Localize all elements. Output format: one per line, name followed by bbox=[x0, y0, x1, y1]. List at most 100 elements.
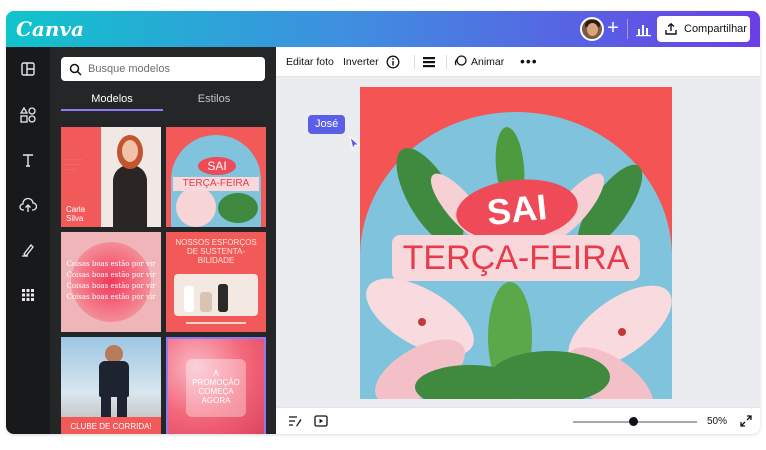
template-card-gradient[interactable]: Coisas boas estão por vir Coisas boas es… bbox=[61, 232, 161, 332]
sidebar-item-upload[interactable] bbox=[16, 193, 40, 217]
canva-logo[interactable]: Canva bbox=[16, 17, 84, 41]
share-icon bbox=[665, 22, 677, 35]
tab-models[interactable]: Modelos bbox=[61, 93, 163, 111]
zoom-slider-handle[interactable] bbox=[629, 417, 638, 426]
template-name-line1: Carla bbox=[66, 205, 86, 214]
fullscreen-button[interactable] bbox=[740, 415, 752, 430]
template-small-text: · · · · · · · · · · · · · · · · · · bbox=[65, 157, 81, 172]
share-label: Compartilhar bbox=[684, 23, 747, 35]
stamen bbox=[618, 328, 626, 336]
canva-editor-window: Canva + Compartilhar Busque modelos Mode… bbox=[6, 11, 760, 434]
avatar-face bbox=[587, 23, 598, 36]
template-flower bbox=[176, 187, 216, 227]
template-card-person[interactable]: · · · · · · · · · · · · · · · · · · Carla … bbox=[61, 127, 161, 227]
canvas-area: SAI TERÇA-FEIRA bbox=[276, 77, 760, 407]
runner-leg bbox=[101, 397, 111, 417]
sidebar-item-apps[interactable] bbox=[16, 283, 40, 307]
position-button[interactable] bbox=[422, 56, 436, 71]
notes-button[interactable] bbox=[288, 415, 302, 430]
search-icon bbox=[69, 63, 82, 76]
collaborator-cursor-label: José bbox=[308, 115, 346, 134]
runner-leg bbox=[117, 397, 127, 417]
apps-icon bbox=[22, 289, 34, 301]
bottom-bar: 50% bbox=[276, 407, 760, 434]
product-bottle bbox=[184, 286, 194, 312]
template-heading-line1: NOSSOS ESFORÇOS bbox=[175, 238, 257, 247]
template-promo-line2: PROMOÇÃO bbox=[192, 378, 240, 387]
sidebar-item-text[interactable] bbox=[16, 148, 40, 172]
templates-panel: Busque modelos Modelos Estilos · · · · ·… bbox=[50, 47, 276, 434]
sidebar-item-layout[interactable] bbox=[16, 57, 40, 81]
tab-styles[interactable]: Estilos bbox=[163, 93, 265, 111]
template-leaves bbox=[218, 193, 258, 223]
search-box[interactable]: Busque modelos bbox=[61, 57, 265, 81]
template-name-line2: Silva bbox=[66, 214, 84, 223]
template-banner: TERÇA-FEIRA bbox=[173, 177, 259, 191]
design-subtitle-banner[interactable]: TERÇA-FEIRA bbox=[392, 235, 640, 281]
draw-icon bbox=[22, 244, 34, 257]
template-product-photo bbox=[174, 274, 258, 316]
product-jar bbox=[200, 292, 212, 312]
share-button[interactable]: Compartilhar bbox=[657, 16, 750, 42]
template-promo-line3: COMEÇA bbox=[198, 387, 234, 396]
template-text-line: Coisas boas estão por vir bbox=[66, 271, 156, 279]
present-button[interactable] bbox=[314, 415, 328, 430]
play-icon bbox=[314, 415, 328, 427]
expand-icon bbox=[740, 415, 752, 427]
animate-button[interactable]: Animar bbox=[454, 55, 504, 68]
template-text-line: Coisas boas estão por vir bbox=[66, 282, 156, 290]
text-icon bbox=[23, 154, 33, 167]
template-club-label: CLUBE DE CORRIDA! bbox=[61, 417, 161, 434]
edit-photo-button[interactable]: Editar foto bbox=[286, 56, 334, 68]
runner-shirt bbox=[99, 361, 129, 397]
template-name: Carla Silva bbox=[66, 205, 85, 223]
elements-icon bbox=[19, 106, 36, 123]
template-promo-box: A PROMOÇÃO COMEÇA AGORA bbox=[186, 359, 246, 417]
stamen bbox=[418, 318, 426, 326]
zoom-level[interactable]: 50% bbox=[707, 416, 727, 427]
toolbar-divider bbox=[627, 19, 628, 39]
template-pill: SAI bbox=[198, 157, 236, 175]
toolbar-divider bbox=[446, 55, 447, 69]
avatar[interactable] bbox=[580, 17, 604, 41]
lines-icon bbox=[423, 57, 435, 68]
design-page[interactable]: SAI TERÇA-FEIRA bbox=[360, 87, 672, 399]
template-card-promo[interactable]: A PROMOÇÃO COMEÇA AGORA bbox=[166, 337, 266, 434]
person-face bbox=[122, 140, 138, 162]
collaborator-cursor-icon bbox=[349, 136, 361, 150]
sidebar-item-draw[interactable] bbox=[16, 238, 40, 262]
template-heading: NOSSOS ESFORÇOS DE SUSTENTA- BILIDADE bbox=[166, 238, 266, 265]
template-text-line: Coisas boas estão por vir bbox=[66, 260, 156, 268]
template-heading-line2: DE SUSTENTA- bbox=[186, 247, 246, 256]
search-placeholder: Busque modelos bbox=[88, 63, 170, 75]
plus-icon: + bbox=[607, 17, 619, 39]
person-dress bbox=[113, 165, 147, 227]
template-promo-line1: A bbox=[213, 369, 219, 378]
sidebar-rail bbox=[6, 47, 50, 434]
template-caption-line bbox=[186, 322, 246, 324]
more-options-icon[interactable]: ••• bbox=[520, 53, 538, 69]
template-card-sustainability[interactable]: NOSSOS ESFORÇOS DE SUSTENTA- BILIDADE bbox=[166, 232, 266, 332]
sidebar-item-elements[interactable] bbox=[16, 103, 40, 127]
template-card-sai[interactable]: SAI TERÇA-FEIRA bbox=[166, 127, 266, 227]
add-collaborator-button[interactable]: + bbox=[603, 17, 623, 41]
notes-icon bbox=[289, 416, 302, 427]
template-text-line: Coisas boas estão por vir bbox=[66, 293, 156, 301]
template-card-running[interactable]: CLUBE DE CORRIDA! bbox=[61, 337, 161, 434]
flip-button[interactable]: Inverter bbox=[343, 56, 379, 68]
context-toolbar: Editar foto Inverter Animar ••• bbox=[276, 47, 760, 77]
info-button[interactable] bbox=[386, 55, 400, 72]
template-repeat-text: Coisas boas estão por vir Coisas boas es… bbox=[61, 259, 161, 303]
info-icon bbox=[386, 55, 400, 69]
animate-icon bbox=[454, 55, 467, 66]
product-dropper bbox=[218, 284, 228, 312]
toolbar-divider bbox=[414, 55, 415, 69]
top-bar: Canva + Compartilhar bbox=[6, 11, 760, 47]
bar-chart-icon bbox=[636, 25, 651, 37]
layout-icon bbox=[21, 62, 35, 76]
template-heading-line3: BILIDADE bbox=[197, 256, 235, 265]
insights-button[interactable] bbox=[631, 17, 657, 41]
template-promo-line4: AGORA bbox=[201, 396, 231, 405]
animate-label: Animar bbox=[471, 55, 505, 68]
upload-icon bbox=[19, 197, 37, 212]
